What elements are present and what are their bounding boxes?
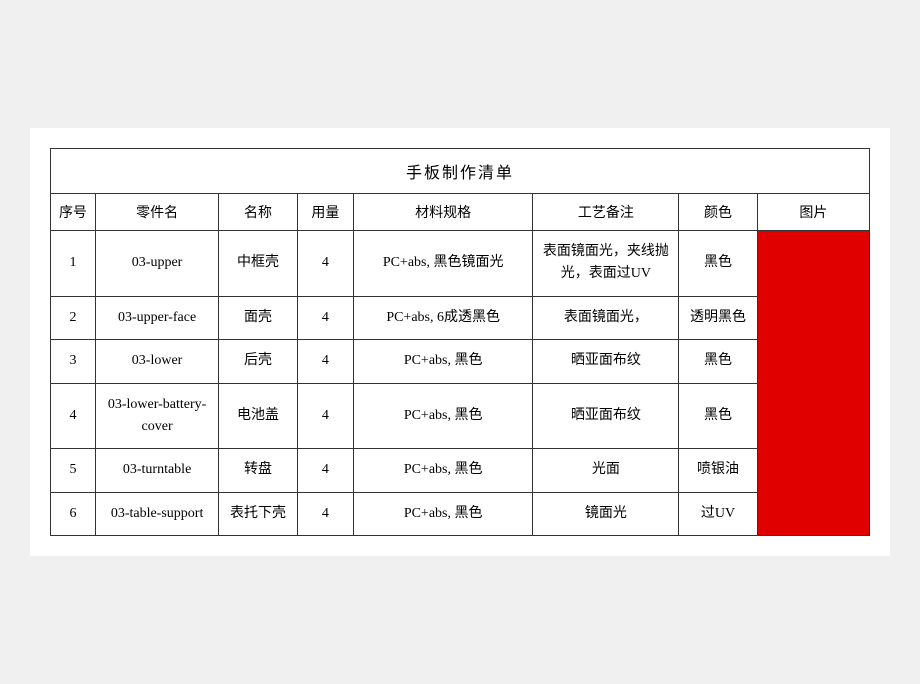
cell-spec: PC+abs, 黑色: [353, 383, 533, 449]
title-row: 手板制作清单: [51, 148, 870, 193]
cell-part-code: 03-upper: [95, 230, 218, 296]
cell-spec: PC+abs, 黑色: [353, 492, 533, 535]
cell-spec: PC+abs, 黑色: [353, 449, 533, 492]
cell-part-code: 03-upper-face: [95, 296, 218, 339]
main-table: 手板制作清单 序号 零件名 名称 用量 材料规格 工艺备注 颜色 图片 103-…: [50, 148, 870, 536]
cell-process: 晒亚面布纹: [533, 383, 679, 449]
header-qty: 用量: [297, 193, 353, 230]
header-part-code: 零件名: [95, 193, 218, 230]
cell-color: 黑色: [679, 230, 758, 296]
cell-color: 喷银油: [679, 449, 758, 492]
header-name: 名称: [219, 193, 298, 230]
cell-color: 黑色: [679, 340, 758, 383]
cell-part-code: 03-turntable: [95, 449, 218, 492]
table-row: 503-turntable转盘4PC+abs, 黑色光面喷银油: [51, 449, 870, 492]
header-image: 图片: [757, 193, 869, 230]
cell-name: 面壳: [219, 296, 298, 339]
cell-qty: 4: [297, 296, 353, 339]
cell-seq: 3: [51, 340, 96, 383]
header-spec: 材料规格: [353, 193, 533, 230]
cell-qty: 4: [297, 449, 353, 492]
cell-process: 光面: [533, 449, 679, 492]
cell-part-code: 03-lower: [95, 340, 218, 383]
cell-process: 镜面光: [533, 492, 679, 535]
cell-image: [757, 230, 869, 535]
cell-color: 黑色: [679, 383, 758, 449]
cell-spec: PC+abs, 黑色镜面光: [353, 230, 533, 296]
cell-color: 透明黑色: [679, 296, 758, 339]
cell-part-code: 03-table-support: [95, 492, 218, 535]
cell-seq: 1: [51, 230, 96, 296]
cell-qty: 4: [297, 492, 353, 535]
cell-name: 中框壳: [219, 230, 298, 296]
cell-seq: 4: [51, 383, 96, 449]
cell-color: 过UV: [679, 492, 758, 535]
header-color: 颜色: [679, 193, 758, 230]
cell-seq: 2: [51, 296, 96, 339]
cell-part-code: 03-lower-battery-cover: [95, 383, 218, 449]
cell-seq: 6: [51, 492, 96, 535]
cell-spec: PC+abs, 6成透黑色: [353, 296, 533, 339]
table-row: 303-lower后壳4PC+abs, 黑色晒亚面布纹黑色: [51, 340, 870, 383]
cell-process: 表面镜面光，夹线抛光，表面过UV: [533, 230, 679, 296]
cell-name: 电池盖: [219, 383, 298, 449]
header-process: 工艺备注: [533, 193, 679, 230]
header-seq: 序号: [51, 193, 96, 230]
cell-spec: PC+abs, 黑色: [353, 340, 533, 383]
cell-qty: 4: [297, 230, 353, 296]
cell-qty: 4: [297, 340, 353, 383]
cell-process: 晒亚面布纹: [533, 340, 679, 383]
table-title: 手板制作清单: [51, 148, 870, 193]
table-body: 103-upper中框壳4PC+abs, 黑色镜面光表面镜面光，夹线抛光，表面过…: [51, 230, 870, 535]
table-row: 203-upper-face面壳4PC+abs, 6成透黑色表面镜面光，透明黑色: [51, 296, 870, 339]
cell-seq: 5: [51, 449, 96, 492]
cell-name: 后壳: [219, 340, 298, 383]
cell-name: 转盘: [219, 449, 298, 492]
cell-name: 表托下壳: [219, 492, 298, 535]
page-container: 手板制作清单 序号 零件名 名称 用量 材料规格 工艺备注 颜色 图片 103-…: [30, 128, 890, 556]
table-row: 403-lower-battery-cover电池盖4PC+abs, 黑色晒亚面…: [51, 383, 870, 449]
cell-qty: 4: [297, 383, 353, 449]
table-row: 103-upper中框壳4PC+abs, 黑色镜面光表面镜面光，夹线抛光，表面过…: [51, 230, 870, 296]
table-row: 603-table-support表托下壳4PC+abs, 黑色镜面光过UV: [51, 492, 870, 535]
cell-process: 表面镜面光，: [533, 296, 679, 339]
header-row: 序号 零件名 名称 用量 材料规格 工艺备注 颜色 图片: [51, 193, 870, 230]
